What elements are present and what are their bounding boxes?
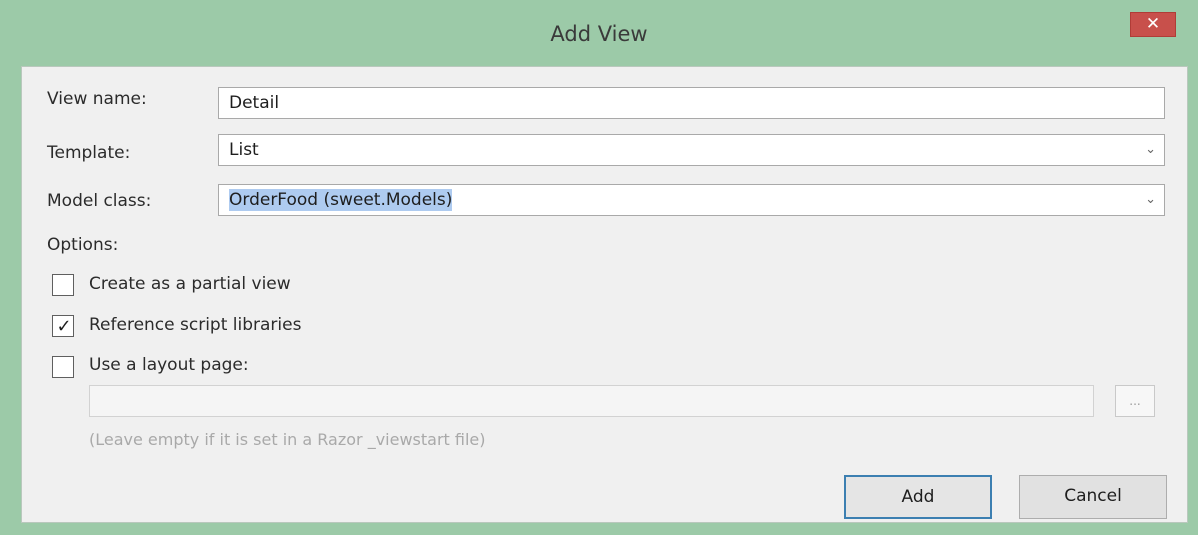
model-class-label: Model class: bbox=[47, 191, 152, 211]
partial-view-label[interactable]: Create as a partial view bbox=[89, 274, 291, 294]
layout-path-input[interactable] bbox=[89, 385, 1094, 417]
layout-hint-text: (Leave empty if it is set in a Razor _vi… bbox=[89, 430, 486, 449]
partial-view-checkbox[interactable] bbox=[52, 274, 74, 296]
reference-scripts-label[interactable]: Reference script libraries bbox=[89, 315, 301, 335]
dialog-body: View name: Detail Template: List ⌄ Model… bbox=[21, 66, 1188, 523]
chevron-down-icon[interactable]: ⌄ bbox=[1145, 185, 1156, 215]
add-button[interactable]: Add bbox=[844, 475, 992, 519]
model-class-selected-value: OrderFood (sweet.Models) bbox=[229, 189, 453, 211]
view-name-input[interactable]: Detail bbox=[218, 87, 1165, 119]
title-bar[interactable]: Add View ✕ bbox=[0, 0, 1198, 66]
chevron-down-icon[interactable]: ⌄ bbox=[1145, 135, 1156, 165]
reference-scripts-checkbox[interactable]: ✓ bbox=[52, 315, 74, 337]
template-selected-value: List bbox=[229, 140, 259, 160]
use-layout-label[interactable]: Use a layout page: bbox=[89, 355, 249, 375]
template-label: Template: bbox=[47, 143, 131, 163]
template-select[interactable]: List ⌄ bbox=[218, 134, 1165, 166]
use-layout-checkbox[interactable] bbox=[52, 356, 74, 378]
dialog-title: Add View bbox=[550, 22, 648, 46]
browse-button[interactable]: ... bbox=[1115, 385, 1155, 417]
close-button[interactable]: ✕ bbox=[1130, 12, 1176, 37]
view-name-label: View name: bbox=[47, 89, 147, 109]
check-icon: ✓ bbox=[56, 316, 72, 337]
cancel-button[interactable]: Cancel bbox=[1019, 475, 1167, 519]
options-heading: Options: bbox=[47, 235, 119, 255]
model-class-select[interactable]: OrderFood (sweet.Models) ⌄ bbox=[218, 184, 1165, 216]
close-icon: ✕ bbox=[1145, 14, 1161, 34]
add-view-dialog: Add View ✕ View name: Detail Template: L… bbox=[0, 0, 1198, 535]
